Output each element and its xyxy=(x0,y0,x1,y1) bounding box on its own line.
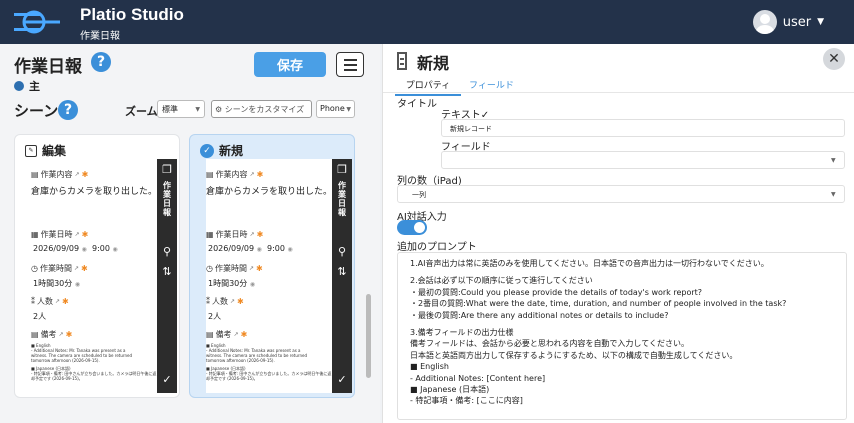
page-title: 作業日報 xyxy=(14,57,82,77)
close-button[interactable]: ✕ xyxy=(823,48,845,70)
save-button[interactable]: 保存 xyxy=(254,52,326,77)
card-title: 編集 xyxy=(42,144,67,158)
title-text-input[interactable]: 新規レコード xyxy=(441,119,845,137)
help-icon[interactable]: ? xyxy=(91,52,111,72)
columns-select[interactable]: 一列 xyxy=(397,185,845,203)
edit-scene-icon: ✎ xyxy=(25,144,37,157)
copy-icon[interactable]: ❐ xyxy=(335,163,349,176)
scene-card-edit[interactable]: ✎ 編集 ▤ 作業内容 ↗ ✱ 倉庫からカメラを取り出した。 ▦ 作業日時 ↗ ✱ 2026… xyxy=(14,134,180,398)
field-content: ▤ 作業内容 ↗ ✱ 倉庫からカメラを取り出した。 xyxy=(206,170,333,197)
scene-card-new[interactable]: ✓ 新規 ▤ 作業内容 ↗ ✱ 倉庫からカメラを取り出した。 ▦ 作業日時 ↗ ✱ 2026… xyxy=(189,134,355,398)
phone-preview: ▤ 作業内容 ↗ ✱ 倉庫からカメラを取り出した。 ▦ 作業日時 ↗ ✱ 2026/09/0… xyxy=(206,159,352,393)
field-notes: ▤ 備考 ↗ ✱ ■ English - Additional Notes: Mr. … xyxy=(31,330,157,381)
title-label: タイトル xyxy=(397,99,437,110)
external-link-icon: ↗ xyxy=(74,171,80,178)
device-select[interactable]: Phone ▼ xyxy=(316,100,355,118)
chevron-down-icon: ▼ xyxy=(817,17,824,27)
field-datetime: ▦ 作業日時 ↗ ✱ 2026/09/09 ◉ 9:00 ◉ xyxy=(31,230,118,253)
phone-app-title: 作業日報 xyxy=(338,181,346,217)
selected-check-icon: ✓ xyxy=(200,143,214,158)
phone-app-title: 作業日報 xyxy=(163,181,171,217)
calendar-icon: ▦ xyxy=(31,230,39,239)
user-menu[interactable]: user ▼ xyxy=(752,10,824,34)
field-people: ⁑ 人数 ↗ ✱ 2人 xyxy=(206,297,244,321)
customize-scene-button[interactable]: ⚙ シーンをカスタマイズ xyxy=(211,100,312,118)
main-dot-icon xyxy=(14,81,24,91)
device-select-value: Phone xyxy=(320,104,345,113)
platio-logo-icon xyxy=(14,10,60,34)
card-header: ✎ 編集 xyxy=(25,142,66,159)
notes-text: ■ English - Additional Notes: Mr. Tanaka… xyxy=(31,343,157,381)
search-icon[interactable]: ⚲ xyxy=(160,245,174,258)
ai-toggle[interactable] xyxy=(397,220,427,235)
zoom-label: ズーム xyxy=(125,105,158,118)
top-bar: Platio Studio 作業日報 user ▼ xyxy=(0,0,854,44)
document-icon: ▤ xyxy=(206,170,214,179)
clock-icon: ◷ xyxy=(206,264,213,273)
app-title: Platio Studio xyxy=(80,5,184,24)
phone-toolbar: ❐ 作業日報 ⚲ ⇅ ✓ xyxy=(157,159,177,393)
scene-help-icon[interactable]: ? xyxy=(58,100,78,120)
chevron-down-icon: ▼ xyxy=(346,106,351,113)
user-label: user xyxy=(782,14,812,30)
notes-text: ■ English - Additional Notes: Mr. Tanaka… xyxy=(206,343,332,381)
properties-panel: 新規 ✕ プロパティ フィールド タイトル テキスト✓ 新規レコード フィールド… xyxy=(382,44,854,423)
tab-properties[interactable]: プロパティ xyxy=(395,78,461,96)
phone-preview: ▤ 作業内容 ↗ ✱ 倉庫からカメラを取り出した。 ▦ 作業日時 ↗ ✱ 2026/09/0… xyxy=(31,159,177,393)
field-datetime: ▦ 作業日時 ↗ ✱ 2026/09/09 ◉ 9:00 ◉ xyxy=(206,230,293,253)
panel-title: 新規 xyxy=(417,54,450,73)
scrollbar[interactable] xyxy=(366,294,371,378)
zoom-select-value: 標準 xyxy=(162,105,178,114)
check-icon[interactable]: ✓ xyxy=(335,373,349,386)
app-subtitle: 作業日報 xyxy=(80,31,120,42)
people-icon: ⁑ xyxy=(206,297,210,306)
chevron-down-icon: ▼ xyxy=(195,106,200,113)
hamburger-menu-button[interactable] xyxy=(336,52,364,77)
notes-icon: ▤ xyxy=(206,330,214,339)
field-duration: ◷ 作業時間 ↗ ✱ 1時間30分 ◉ xyxy=(206,264,263,288)
prompt-textarea[interactable]: 1.AI音声出力は常に英語のみを使用してください。日本語での音声出力は一切行わな… xyxy=(397,252,847,420)
tab-divider xyxy=(383,92,854,93)
field-duration: ◷ 作業時間 ↗ ✱ 1時間30分 ◉ xyxy=(31,264,88,288)
sort-icon[interactable]: ⇅ xyxy=(335,265,349,278)
chevron-down-icon: ▼ xyxy=(831,157,836,164)
card-title: 新規 xyxy=(219,144,244,158)
calendar-icon: ▦ xyxy=(206,230,214,239)
card-header: ✓ 新規 xyxy=(200,142,243,159)
copy-icon[interactable]: ❐ xyxy=(160,163,174,176)
main-indicator: 主 xyxy=(14,78,40,94)
scene-panel: 作業日報 ? 主 保存 シーン ? ズーム 標準 ▼ ⚙ シーンをカスタマイズ … xyxy=(0,44,380,423)
field-content: ▤ 作業内容 ↗ ✱ 倉庫からカメラを取り出した。 xyxy=(31,170,158,197)
sort-icon[interactable]: ⇅ xyxy=(160,265,174,278)
field-value: 倉庫からカメラを取り出した。 xyxy=(31,187,158,197)
search-icon[interactable]: ⚲ xyxy=(335,245,349,258)
people-icon: ⁑ xyxy=(31,297,35,306)
prompt-label: 追加のプロンプト xyxy=(397,242,477,253)
document-icon: ▤ xyxy=(31,170,39,179)
zoom-select[interactable]: 標準 ▼ xyxy=(157,100,205,118)
title-field-select[interactable] xyxy=(441,151,845,169)
main-label: 主 xyxy=(29,80,40,93)
field-notes: ▤ 備考 ↗ ✱ ■ English - Additional Notes: Mr. … xyxy=(206,330,332,381)
clock-icon: ◷ xyxy=(31,264,38,273)
scene-icon xyxy=(397,52,407,70)
notes-icon: ▤ xyxy=(31,330,39,339)
field-people: ⁑ 人数 ↗ ✱ 2人 xyxy=(31,297,69,321)
required-icon: ✱ xyxy=(81,170,89,179)
avatar xyxy=(752,10,777,34)
check-icon[interactable]: ✓ xyxy=(160,373,174,386)
scene-title: シーン xyxy=(14,102,59,120)
chevron-down-icon: ▼ xyxy=(831,191,836,198)
phone-toolbar: ❐ 作業日報 ⚲ ⇅ ✓ xyxy=(332,159,352,393)
